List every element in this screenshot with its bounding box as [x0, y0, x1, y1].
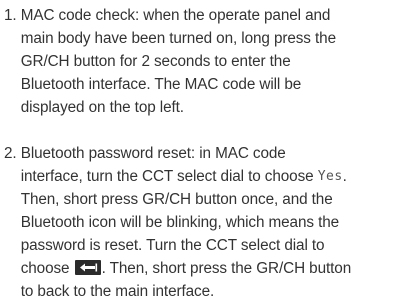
item-number: 1. — [4, 7, 21, 24]
back-arrow-icon — [74, 260, 101, 275]
text-line: displayed on the top left. — [20, 99, 184, 116]
text-segment: choose — [20, 260, 74, 277]
text-line: Bluetooth interface. The MAC code will b… — [20, 76, 302, 93]
item-text: MAC code check: when the operate panel a… — [21, 4, 391, 119]
item-text: Bluetooth password reset: in MAC code in… — [21, 142, 391, 303]
text-segment: . — [342, 168, 347, 185]
text-line: choose . Then, short press the GR/CH but… — [21, 257, 391, 280]
text-segment: interface, turn the CCT select dial to c… — [20, 168, 318, 185]
text-segment: . Then, short press the GR/CH button — [101, 260, 352, 277]
instruction-item-2: 2. Bluetooth password reset: in MAC code… — [4, 142, 391, 303]
text-line: password is reset. Turn the CCT select d… — [20, 237, 325, 254]
text-line: to back to the main interface. — [20, 283, 215, 300]
text-line: MAC code check: when the operate panel a… — [20, 7, 331, 24]
instruction-item-1: 1. MAC code check: when the operate pane… — [4, 4, 391, 119]
lcd-yes-glyph: Yes — [317, 169, 343, 184]
text-line: Then, short press GR/CH button once, and… — [20, 191, 333, 208]
text-line: Bluetooth icon will be blinking, which m… — [20, 214, 340, 231]
text-line: interface, turn the CCT select dial to c… — [21, 165, 391, 188]
text-line: GR/CH button for 2 seconds to enter the — [20, 53, 291, 70]
item-number: 2. — [4, 145, 21, 162]
instructions: 1. MAC code check: when the operate pane… — [4, 4, 391, 303]
text-line: main body have been turned on, long pres… — [20, 30, 336, 47]
text-line: Bluetooth password reset: in MAC code — [20, 145, 286, 162]
